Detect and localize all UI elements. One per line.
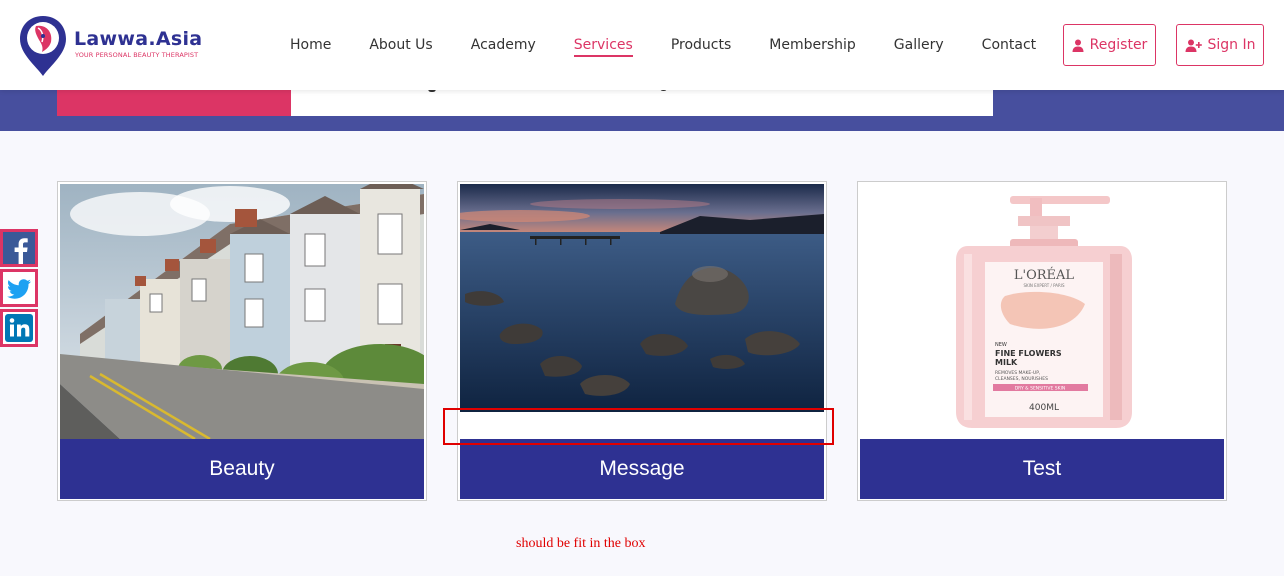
linkedin-icon: [3, 312, 35, 344]
banner-accent-block: [57, 90, 291, 116]
service-card-message[interactable]: Message: [457, 181, 827, 501]
annotation-highlight-box: [443, 408, 834, 445]
twitter-share-button[interactable]: [0, 269, 38, 307]
nav-about-us[interactable]: About Us: [369, 33, 432, 57]
product-brand: L'ORÉAL: [1014, 267, 1075, 283]
logo[interactable]: Lawwa.Asia YOUR PERSONAL BEAUTY THERAPIS…: [18, 14, 218, 78]
product-desc1: REMOVES MAKE-UP,: [995, 370, 1040, 376]
product-sub: SKIN EXPERT / PARIS: [1023, 283, 1064, 288]
card-image-product-bottle: L'ORÉAL SKIN EXPERT / PARIS NEW FINE FLO…: [860, 184, 1224, 439]
linkedin-share-button[interactable]: [0, 309, 38, 347]
nav-services[interactable]: Services: [573, 33, 633, 57]
main-nav: Home About Us Academy Services Products …: [290, 0, 1074, 90]
facebook-share-button[interactable]: [0, 229, 38, 267]
service-card-test[interactable]: L'ORÉAL SKIN EXPERT / PARIS NEW FINE FLO…: [857, 181, 1227, 501]
brand-name: Lawwa.Asia: [74, 28, 203, 50]
facebook-icon: [3, 232, 35, 264]
nav-academy[interactable]: Academy: [471, 33, 536, 57]
brand-tagline: YOUR PERSONAL BEAUTY THERAPIST: [75, 51, 199, 59]
card-image-houses: [60, 184, 424, 439]
nav-contact[interactable]: Contact: [982, 33, 1036, 57]
register-button[interactable]: Register: [1063, 24, 1156, 66]
nav-membership[interactable]: Membership: [769, 33, 856, 57]
nav-products[interactable]: Products: [671, 33, 731, 57]
service-card-beauty[interactable]: Beauty: [57, 181, 427, 501]
twitter-icon: [3, 272, 35, 304]
card-label[interactable]: Message: [460, 439, 824, 499]
nav-home[interactable]: Home: [290, 33, 331, 57]
sign-in-label: Sign In: [1207, 37, 1256, 53]
annotation-note: should be fit in the box: [516, 536, 646, 551]
card-label[interactable]: Test: [860, 439, 1224, 499]
register-label: Register: [1089, 37, 1148, 53]
user-icon: [1072, 39, 1084, 52]
site-header: Lawwa.Asia YOUR PERSONAL BEAUTY THERAPIS…: [0, 0, 1284, 90]
product-volume: 400ML: [1029, 403, 1059, 413]
card-label[interactable]: Beauty: [60, 439, 424, 499]
product-line1: FINE FLOWERS: [995, 349, 1062, 358]
sign-in-button[interactable]: Sign In: [1176, 24, 1264, 66]
user-plus-icon: [1185, 39, 1202, 52]
nav-gallery[interactable]: Gallery: [894, 33, 944, 57]
card-image-lake: [460, 184, 824, 412]
product-new: NEW: [995, 342, 1007, 348]
banner-title-box: [291, 90, 993, 116]
product-badge: DRY & SENSITIVE SKIN: [1015, 386, 1066, 392]
product-desc2: CLEANSES, NOURISHES: [995, 376, 1048, 382]
product-line2: MILK: [995, 358, 1018, 367]
logo-pin-icon: [20, 16, 66, 76]
